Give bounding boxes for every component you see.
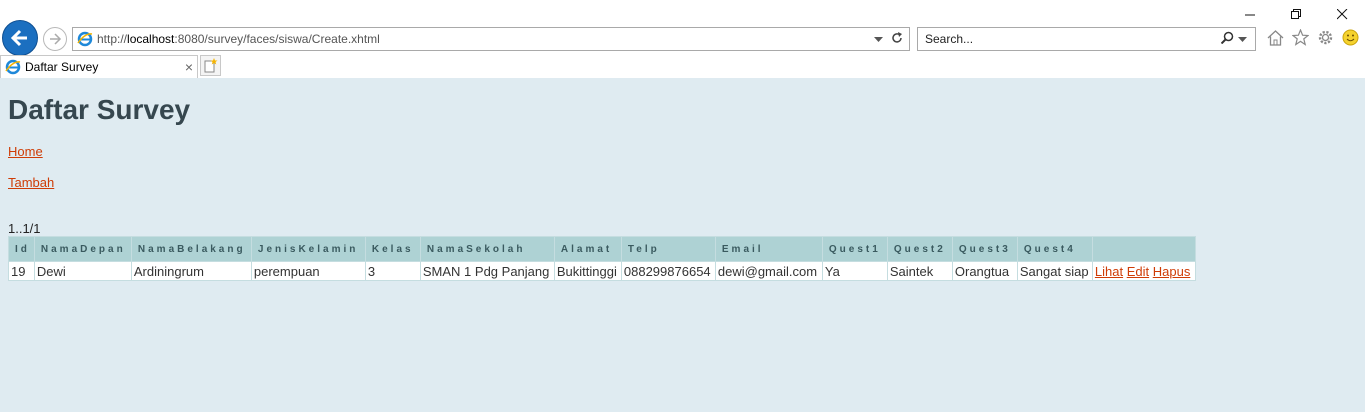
cell-namabelakang: Ardiningrum <box>130 261 252 281</box>
favorites-star-icon[interactable] <box>1291 28 1310 47</box>
page-content: Daftar Survey Home Tambah 1..1/1 Id Nama… <box>0 78 1365 412</box>
address-bar[interactable]: http://localhost:8080/survey/faces/siswa… <box>72 27 910 51</box>
navigation-bar: http://localhost:8080/survey/faces/siswa… <box>0 18 1365 60</box>
column-header-email: Email <box>714 236 823 262</box>
url-prefix: http:// <box>97 32 128 46</box>
url-path: :8080/survey/faces/siswa/Create.xhtml <box>174 32 380 46</box>
table-row: 19 Dewi Ardiningrum perempuan 3 SMAN 1 P… <box>8 261 1196 281</box>
new-tab-icon <box>204 58 217 73</box>
pager-text: 1..1/1 <box>8 221 41 236</box>
cell-telp: 088299876654 <box>620 261 716 281</box>
hapus-link[interactable]: Hapus <box>1153 264 1191 279</box>
column-header-quest3: Quest3 <box>951 236 1018 262</box>
cell-actions: Lihat Edit Hapus <box>1091 261 1196 281</box>
column-header-namasekolah: NamaSekolah <box>419 236 555 262</box>
new-tab-button[interactable] <box>200 55 221 76</box>
tab-label: Daftar Survey <box>25 60 99 74</box>
forward-button[interactable] <box>43 27 67 51</box>
column-header-actions <box>1091 236 1196 262</box>
cell-id: 19 <box>8 261 35 281</box>
column-header-quest4: Quest4 <box>1016 236 1093 262</box>
home-icon[interactable] <box>1266 28 1285 47</box>
page-title: Daftar Survey <box>8 94 191 125</box>
tambah-link[interactable]: Tambah <box>8 175 54 190</box>
survey-table: Id NamaDepan NamaBelakang JenisKelamin K… <box>8 236 1196 281</box>
back-button[interactable] <box>2 20 38 56</box>
ie-logo-icon <box>77 31 93 47</box>
home-link[interactable]: Home <box>8 144 43 159</box>
column-header-kelas: Kelas <box>364 236 421 262</box>
search-bar[interactable]: Search... <box>917 27 1256 51</box>
cell-jeniskelamin: perempuan <box>250 261 366 281</box>
edit-link[interactable]: Edit <box>1127 264 1149 279</box>
cell-email: dewi@gmail.com <box>714 261 823 281</box>
refresh-icon[interactable] <box>891 31 903 47</box>
tab-strip: Daftar Survey × <box>0 55 1365 79</box>
dropdown-arrow-icon[interactable] <box>874 32 883 46</box>
column-header-alamat: Alamat <box>553 236 622 262</box>
column-header-namadepan: NamaDepan <box>33 236 132 262</box>
cell-quest2: Saintek <box>886 261 953 281</box>
ie-logo-icon <box>5 59 21 75</box>
search-icon[interactable] <box>1220 31 1234 47</box>
lihat-link[interactable]: Lihat <box>1095 264 1123 279</box>
table-header-row: Id NamaDepan NamaBelakang JenisKelamin K… <box>8 236 1196 262</box>
arrow-right-icon <box>50 33 62 45</box>
cell-namadepan: Dewi <box>33 261 132 281</box>
cell-alamat: Bukittinggi <box>553 261 622 281</box>
column-header-jeniskelamin: JenisKelamin <box>250 236 366 262</box>
close-tab-icon[interactable]: × <box>185 59 197 75</box>
browser-toolbar-icons <box>1266 28 1360 47</box>
gear-icon[interactable] <box>1316 28 1335 47</box>
url-text[interactable]: http://localhost:8080/survey/faces/siswa… <box>97 32 874 46</box>
cell-quest1: Ya <box>821 261 888 281</box>
url-host: localhost <box>127 32 175 46</box>
cell-quest3: Orangtua <box>951 261 1018 281</box>
search-dropdown-icon[interactable] <box>1238 32 1247 46</box>
column-header-namabelakang: NamaBelakang <box>130 236 252 262</box>
column-header-telp: Telp <box>620 236 716 262</box>
tab-daftar-survey[interactable]: Daftar Survey × <box>0 55 198 78</box>
column-header-quest2: Quest2 <box>886 236 953 262</box>
arrow-left-icon <box>10 29 27 47</box>
search-input[interactable]: Search... <box>918 32 1221 46</box>
column-header-quest1: Quest1 <box>821 236 888 262</box>
column-header-id: Id <box>8 236 35 262</box>
cell-quest4: Sangat siap <box>1016 261 1093 281</box>
cell-namasekolah: SMAN 1 Pdg Panjang <box>419 261 555 281</box>
smiley-feedback-icon[interactable] <box>1341 28 1360 47</box>
cell-kelas: 3 <box>364 261 421 281</box>
